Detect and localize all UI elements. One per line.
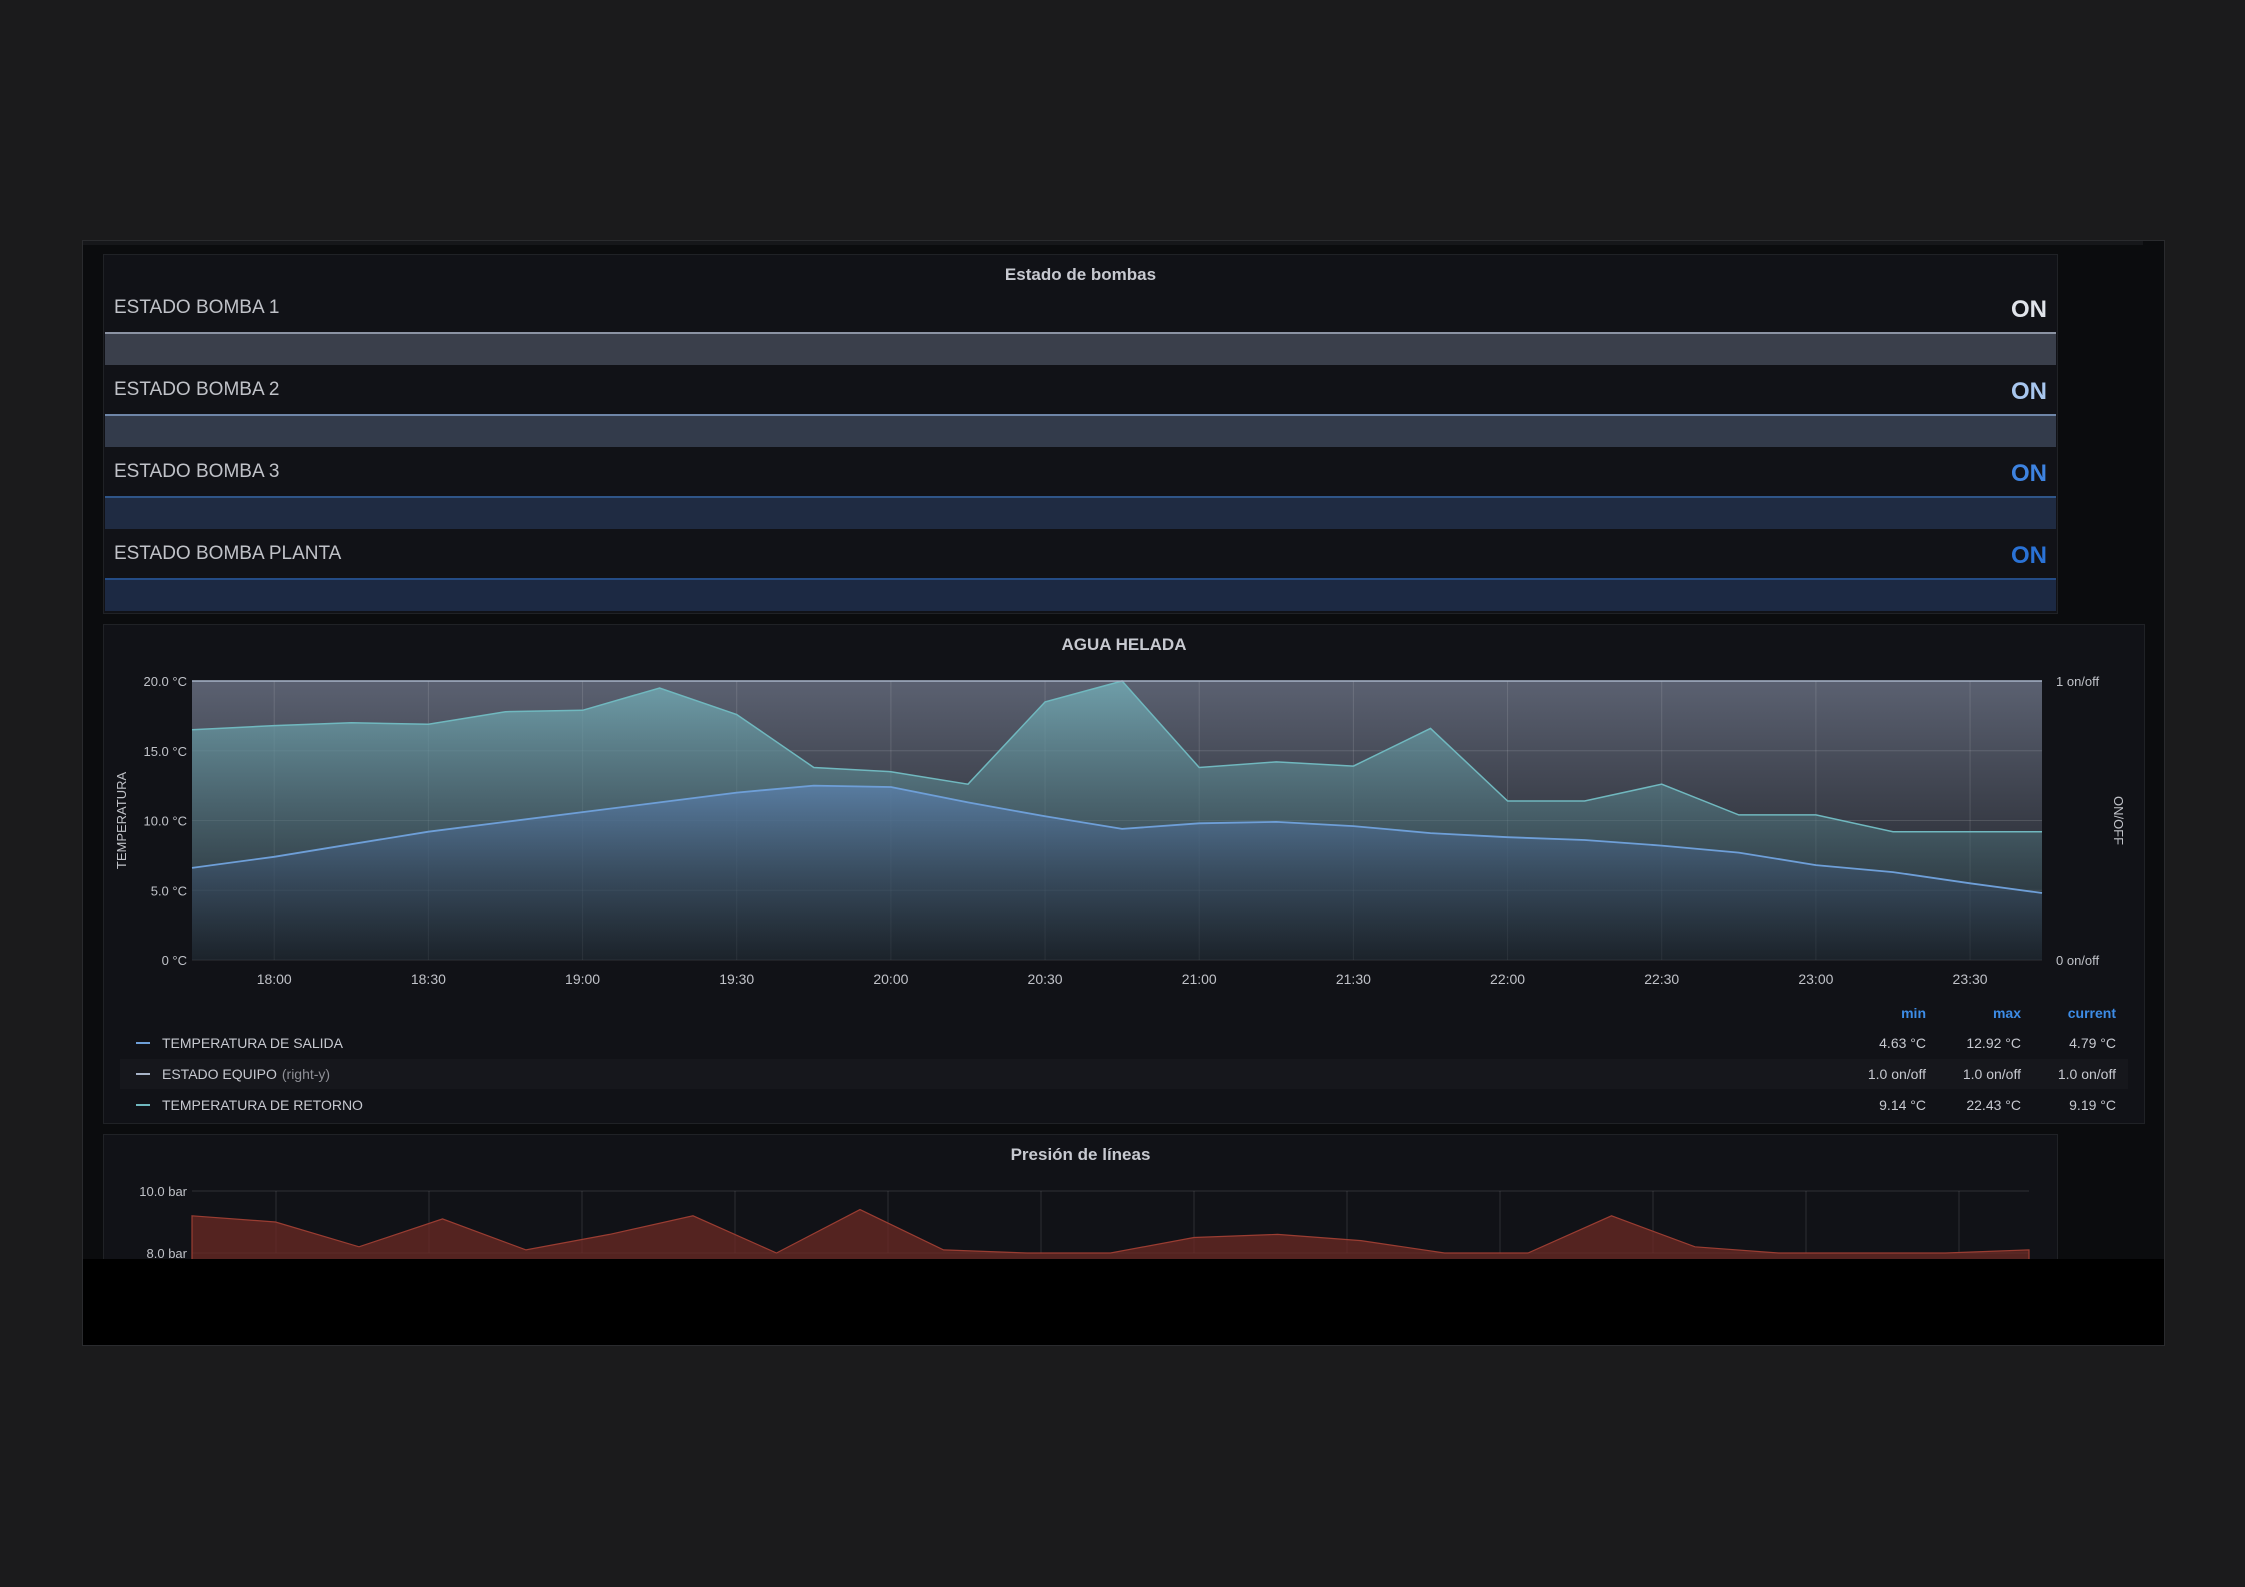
x-tick-label: 20:00: [873, 971, 908, 985]
y2-axis-label: ON/OFF: [2111, 796, 2126, 845]
pump-label: ESTADO BOMBA 1: [114, 297, 280, 318]
legend-item[interactable]: TEMPERATURA DE RETORNO 9.14 °C 22.43 °C 9.1…: [120, 1090, 2128, 1120]
legend-value-current: 1.0 on/off: [2057, 1066, 2116, 1082]
legend-value-max: 22.43 °C: [1966, 1097, 2021, 1113]
x-tick-label: 22:30: [1644, 971, 1679, 985]
pump-status-bar: [105, 578, 2056, 611]
legend-series-name: ESTADO EQUIPO (right-y): [162, 1066, 330, 1082]
y-tick-label: 5.0 °C: [151, 883, 187, 898]
pump-status-bar: [105, 332, 2056, 365]
legend-header-min[interactable]: min: [1826, 1005, 1926, 1021]
pump-status-value: ON: [2011, 296, 2047, 323]
y-tick-label: 15.0 °C: [143, 744, 187, 759]
presion-panel: Presión de líneas 10.0 bar 8.0 bar: [103, 1134, 2058, 1275]
x-tick-label: 19:30: [719, 971, 754, 985]
x-tick-label: 21:00: [1182, 971, 1217, 985]
legend-series-label: TEMPERATURA DE RETORNO: [162, 1097, 363, 1113]
legend-value-max: 12.92 °C: [1966, 1035, 2021, 1051]
legend-value-current: 9.19 °C: [2069, 1097, 2116, 1113]
pump-status-bar: [105, 414, 2056, 447]
pump-status-value: ON: [2011, 460, 2047, 487]
x-tick-label: 18:30: [411, 971, 446, 985]
y-tick-label: 0 °C: [162, 953, 187, 968]
pump-status-panel: Estado de bombas ESTADO BOMBA 1 ON ESTADO …: [103, 254, 2058, 614]
legend-series-name: TEMPERATURA DE SALIDA: [162, 1035, 343, 1051]
dashboard-frame: Estado de bombas ESTADO BOMBA 1 ON ESTADO …: [82, 240, 2165, 1346]
pump-label: ESTADO BOMBA 3: [114, 461, 280, 482]
pump-label: ESTADO BOMBA 2: [114, 379, 280, 400]
pump-status-value: ON: [2011, 542, 2047, 569]
y2-tick-label: 1 on/off: [2056, 674, 2100, 689]
x-tick-label: 18:00: [257, 971, 292, 985]
legend-value-current: 4.79 °C: [2069, 1035, 2116, 1051]
x-tick-label: 23:30: [1953, 971, 1988, 985]
pump-status-value: ON: [2011, 378, 2047, 405]
y-tick-label: 20.0 °C: [143, 674, 187, 689]
pump-status-bar: [105, 496, 2056, 529]
presion-chart: 10.0 bar8.0 bar: [139, 1184, 2030, 1275]
pump-label: ESTADO BOMBA PLANTA: [114, 543, 342, 564]
legend-swatch: [136, 1042, 150, 1044]
x-tick-label: 23:00: [1798, 971, 1833, 985]
bottom-bar: [83, 1259, 2164, 1345]
top-strip: [83, 241, 2143, 245]
legend-value-min: 1.0 on/off: [1867, 1066, 1926, 1082]
agua-helada-chart: 20.0 °C 15.0 °C 10.0 °C 5.0 °C 0 °C 18:00 18:3…: [114, 674, 2126, 985]
legend-value-min: 9.14 °C: [1879, 1097, 1926, 1113]
legend-series-label: ESTADO EQUIPO: [162, 1066, 277, 1082]
legend-header-max[interactable]: max: [1921, 1005, 2021, 1021]
x-tick-label: 20:30: [1028, 971, 1063, 985]
y-tick-label: 10.0 °C: [143, 814, 187, 829]
y-axis-label: TEMPERATURA: [114, 772, 129, 870]
legend-value-min: 4.63 °C: [1879, 1035, 1926, 1051]
y-tick-label: 10.0 bar: [139, 1184, 187, 1199]
y2-tick-label: 0 on/off: [2056, 953, 2100, 968]
legend-value-max: 1.0 on/off: [1962, 1066, 2021, 1082]
legend-series-label: TEMPERATURA DE SALIDA: [162, 1035, 344, 1051]
x-tick-label: 22:00: [1490, 971, 1525, 985]
legend-swatch: [136, 1104, 150, 1106]
legend-series-name: TEMPERATURA DE RETORNO: [162, 1097, 363, 1113]
legend-item[interactable]: TEMPERATURA DE SALIDA 4.63 °C 12.92 °C 4.79…: [120, 1028, 2128, 1058]
legend-swatch: [136, 1073, 150, 1075]
legend-series-axis-note: (right-y): [281, 1066, 331, 1082]
agua-helada-panel: AGUA HELADA 20.0 °C 15.0 °C 10.0 °C 5.0 °C 0…: [103, 624, 2145, 1124]
x-tick-label: 19:00: [565, 971, 600, 985]
legend-item[interactable]: ESTADO EQUIPO (right-y) 1.0 on/off 1.0 on/o…: [120, 1059, 2128, 1089]
panel-title: Estado de bombas: [1004, 265, 1157, 284]
legend-header-current[interactable]: current: [2016, 1005, 2116, 1021]
x-tick-label: 21:30: [1336, 971, 1371, 985]
